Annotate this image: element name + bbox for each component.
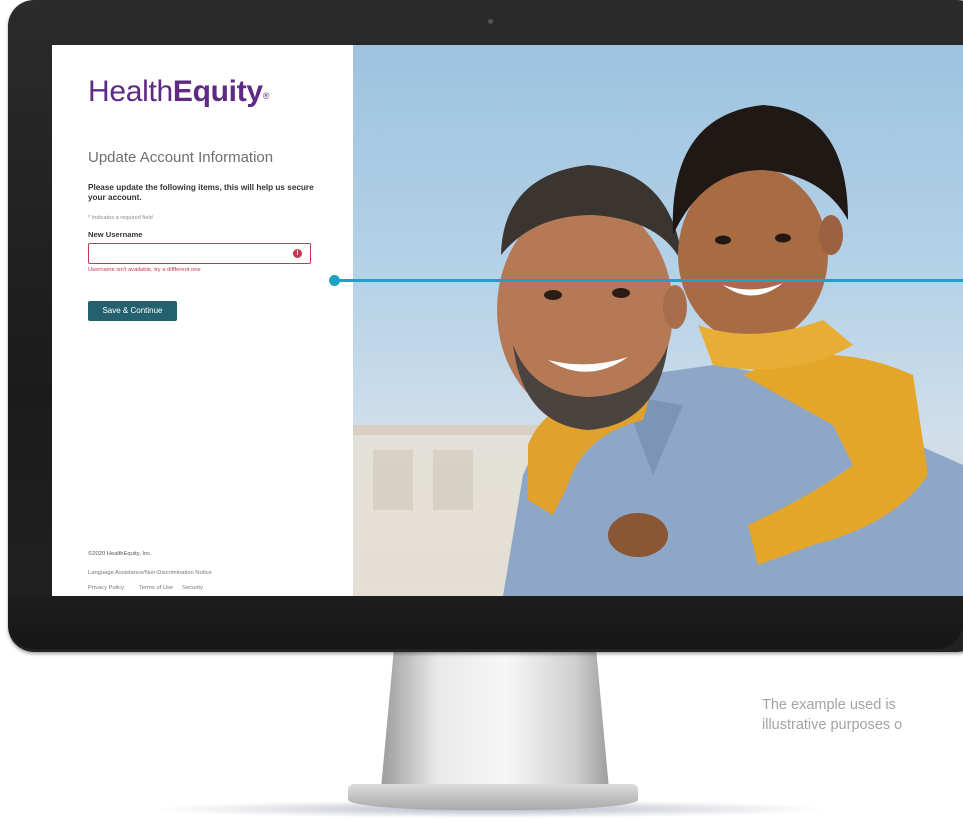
username-label: New Username — [88, 230, 143, 239]
monitor-stand — [380, 650, 610, 800]
save-and-continue-button[interactable]: Save & Continue — [88, 301, 177, 321]
login-form-panel: HealthEquity® Update Account Information… — [52, 45, 353, 596]
registered-mark: ® — [262, 91, 270, 101]
monitor-chin — [8, 597, 963, 649]
disclaimer-text: The example used is illustrative purpose… — [762, 695, 902, 735]
language-assistance-link[interactable]: Language Assistance/Non-Discrimination N… — [88, 570, 212, 576]
new-username-input[interactable] — [88, 243, 311, 264]
security-link[interactable]: Security — [182, 585, 203, 591]
disclaimer-line-2: illustrative purposes o — [762, 717, 903, 733]
callout-connector-line — [337, 279, 963, 282]
page-title: Update Account Information — [88, 149, 274, 166]
exclamation-circle-icon: ! — [293, 249, 302, 258]
healthequity-logo: HealthEquity® — [88, 75, 269, 109]
monitor-screen: HealthEquity® Update Account Information… — [52, 45, 963, 596]
logo-bold-text: Equity — [172, 75, 263, 108]
logo-regular-text: Health — [88, 75, 173, 108]
hero-photo-father-and-son — [353, 45, 963, 596]
hero-photo-illustration — [353, 105, 963, 596]
callout-marker-dot — [329, 275, 340, 286]
form-instructions: Please update the following items, this … — [88, 183, 314, 202]
privacy-policy-link[interactable]: Privacy Policy — [88, 585, 124, 591]
copyright-text: ©2020 HealthEquity, Inc. — [88, 551, 152, 557]
terms-of-use-link[interactable]: Terms of Use — [139, 585, 173, 591]
username-error-message: Username isn't available, try a difffere… — [88, 267, 201, 273]
required-field-note: * Indicates a required field — [88, 215, 153, 221]
disclaimer-line-1: The example used is — [762, 697, 896, 713]
monitor-stand-base — [348, 784, 638, 810]
camera-icon — [488, 19, 493, 24]
